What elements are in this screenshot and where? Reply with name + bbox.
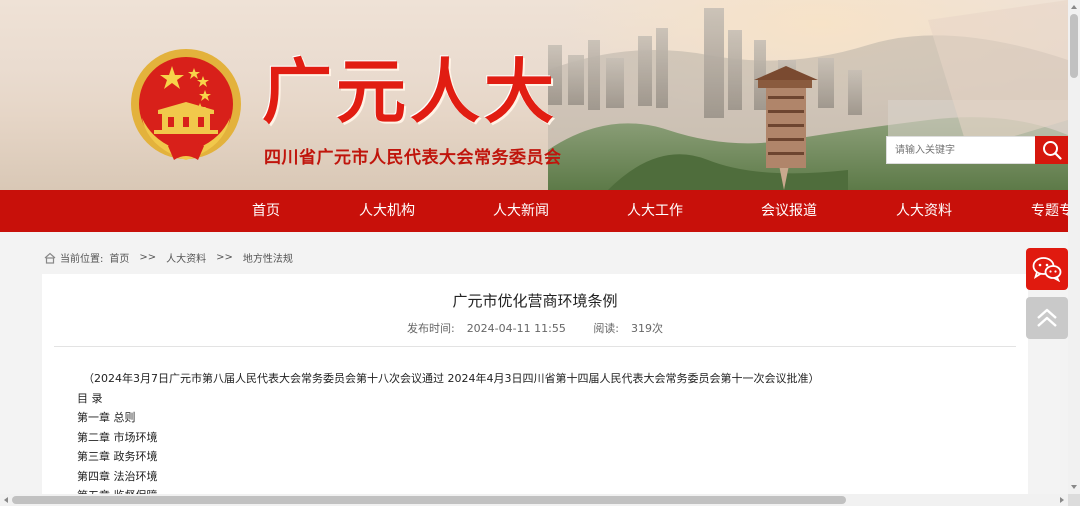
main-nav: 首页 人大机构 人大新闻 人大工作 会议报道 人大资料 专题专 [0,190,1068,232]
scroll-down-arrow-icon[interactable] [1068,482,1080,492]
nav-item-work[interactable]: 人大工作 [627,190,683,232]
search-input[interactable] [886,136,1036,164]
site-subtitle: 四川省广元市人民代表大会常务委员会 [264,148,562,168]
breadcrumb-regulations[interactable]: 地方性法规 [243,250,293,265]
article-body: （2024年3月7日广元市第八届人民代表大会常务委员会第十八次会议通过 2024… [77,369,819,506]
nav-item-materials[interactable]: 人大资料 [896,190,952,232]
search-icon [1042,141,1062,160]
breadcrumb-separator: >> [216,252,233,263]
breadcrumb-separator: >> [139,252,157,263]
horizontal-scrollbar-thumb[interactable] [12,496,846,504]
site-name: 广元人大 [262,50,558,133]
back-to-top-button[interactable] [1026,297,1068,339]
breadcrumb-home[interactable]: 首页 [109,250,129,265]
article-meta: 发布时间: 2024-04-11 11:55 阅读: 319次 [42,320,1028,336]
nav-item-organization[interactable]: 人大机构 [359,190,415,232]
breadcrumb-materials[interactable]: 人大资料 [166,250,206,265]
article-intro: （2024年3月7日广元市第八届人民代表大会常务委员会第十八次会议通过 2024… [83,372,820,385]
toc-item: 第四章 法治环境 [77,469,158,483]
toc-item: 第二章 市场环境 [77,430,158,444]
nav-item-home[interactable]: 首页 [252,190,280,232]
breadcrumb: 当前位置: 首页 >> 人大资料 >> 地方性法规 [44,250,299,265]
toc-item: 第一章 总则 [77,411,136,424]
scrollbar-corner [1068,494,1080,506]
divider [54,346,1016,347]
emblem-icon [131,49,241,160]
nav-item-news[interactable]: 人大新闻 [493,190,549,232]
horizontal-scrollbar[interactable] [0,494,1068,506]
breadcrumb-label: 当前位置: [60,254,104,265]
home-icon [44,252,56,264]
article-title: 广元市优化营商环境条例 [452,292,618,310]
vertical-scrollbar-thumb[interactable] [1070,14,1078,78]
scroll-up-arrow-icon[interactable] [1068,2,1080,12]
vertical-scrollbar[interactable] [1068,0,1080,494]
nav-item-special[interactable]: 专题专 [1031,190,1068,232]
back-to-top-icon [1037,308,1057,327]
search-button[interactable] [1035,136,1068,164]
views-label: 阅读: [593,322,620,335]
wechat-icon [1032,257,1062,282]
wechat-button[interactable] [1026,248,1068,290]
scroll-left-arrow-icon[interactable] [1,494,11,506]
toc-item: 第三章 政务环境 [77,450,158,463]
article-card: 广元市优化营商环境条例 发布时间: 2024-04-11 11:55 阅读: 319… [42,274,1028,506]
published-label: 发布时间: [406,322,455,335]
scroll-right-arrow-icon[interactable] [1057,494,1067,506]
toc-heading: 目 录 [77,391,103,405]
views-count: 319次 [631,322,664,335]
header-banner: 广元人大 四川省广元市人民代表大会常务委员会 [0,0,1068,190]
nav-item-meetings[interactable]: 会议报道 [761,190,817,232]
published-time: 2024-04-11 11:55 [466,322,566,335]
